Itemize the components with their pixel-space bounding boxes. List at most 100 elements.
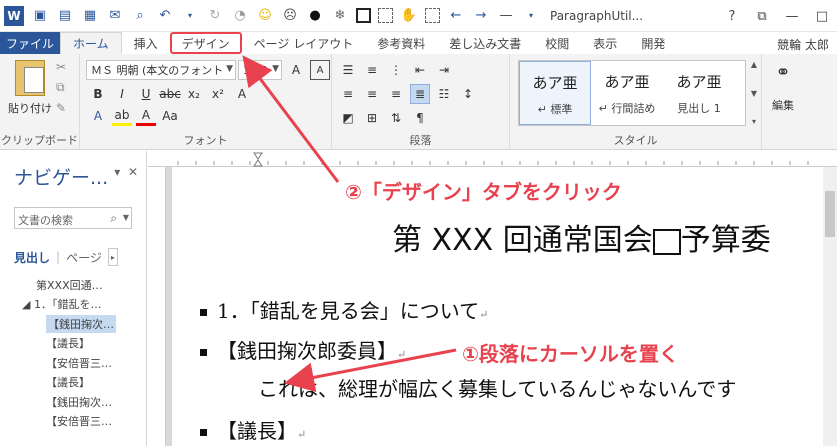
increase-indent-icon[interactable]: ⇥ [434,60,454,80]
heading-item[interactable]: 【安倍晋三… [0,353,146,373]
numbering-icon[interactable]: ≡ [362,60,382,80]
dropdown-more-icon[interactable]: ▾ [522,7,540,25]
decrease-indent-icon[interactable]: ⇤ [410,60,430,80]
vertical-scrollbar[interactable] [823,167,837,446]
minimize-button[interactable]: — [777,9,807,24]
highlight-icon[interactable]: ab [112,106,132,126]
eight-ball-icon[interactable]: ● [306,7,324,25]
body-paragraph[interactable]: これは、総理が幅広く募集しているんじゃないんです [258,373,736,402]
multilevel-list-icon[interactable]: ⋮ [386,60,406,80]
justify-icon[interactable]: ≣ [410,84,430,104]
style-normal[interactable]: あア亜 ↵ 標準 [519,61,591,125]
distributed-icon[interactable]: ☷ [434,84,454,104]
dashed-square-icon[interactable] [378,8,393,23]
document-page[interactable]: 第 XXX 回通常国会 予算委 1．「錯乱を見る会」について↵ 【銭田掬次郎委員】… [172,167,827,446]
search-icon[interactable]: ⌕ [110,211,117,226]
line-spacing-icon[interactable]: ↕ [458,84,478,104]
font-color-icon[interactable]: A [136,106,156,126]
dashed-box-icon[interactable] [425,8,440,23]
heading-item[interactable]: 【銭田掬次… [0,392,146,412]
scrollbar-thumb[interactable] [825,191,835,237]
tab-design[interactable]: デザイン [169,32,242,54]
nav-tab-pages[interactable]: ページ [66,249,102,266]
shrink-font-icon[interactable]: A [310,60,330,80]
user-name[interactable]: 競輪 太郎 [777,36,829,53]
nav-tab-headings[interactable]: 見出し [14,249,50,266]
show-marks-icon[interactable]: ¶ [410,108,430,128]
horizontal-ruler[interactable] [148,151,837,167]
align-right-icon[interactable]: ≡ [386,84,406,104]
snowflake-icon[interactable]: ❄ [331,7,349,25]
arrow-right-icon[interactable]: → [472,7,490,25]
tab-home[interactable]: ホーム [60,32,122,54]
align-center-icon[interactable]: ≡ [362,84,382,104]
copy-icon[interactable]: ⧉ [56,80,66,95]
underline-icon[interactable]: U [136,84,156,104]
style-no-spacing[interactable]: あア亜 ↵ 行間詰め [591,61,663,125]
grow-font-icon[interactable]: A [286,60,306,80]
subscript-icon[interactable]: x₂ [184,84,204,104]
tab-page-layout[interactable]: ページ レイアウト [242,32,366,54]
text-effects-icon[interactable]: A [88,106,108,126]
font-size-select[interactable]: 10.5 ▼ [238,60,282,80]
smiley-icon[interactable]: ☺ [256,7,274,25]
chevron-up-icon[interactable]: ▲ [751,60,757,69]
superscript-icon[interactable]: x² [208,84,228,104]
styles-scroll[interactable]: ▲ ▼ ▾ [748,60,760,126]
chevron-down-icon[interactable]: ▾ [114,165,120,179]
editing-button[interactable]: ⚭ 編集 [766,62,800,113]
open-file-icon[interactable]: ▦ [81,7,99,25]
tab-review[interactable]: 校閲 [533,32,581,54]
close-icon[interactable]: ✕ [128,165,138,179]
square-icon[interactable] [356,8,371,23]
sort-icon[interactable]: ⇅ [386,108,406,128]
vertical-ruler[interactable] [148,167,166,446]
dropdown-icon[interactable]: ▾ [181,7,199,25]
paste-button[interactable]: 貼り付け [6,60,54,116]
redo-icon[interactable]: ↻ [206,7,224,25]
borders-icon[interactable]: ⊞ [362,108,382,128]
heading-item[interactable]: 第XXX回通… [0,275,146,295]
speaker-paragraph[interactable]: 【銭田掬次郎委員】↵ [200,335,406,364]
more-icon[interactable]: ▾ [752,117,756,126]
align-left-icon[interactable]: ≡ [338,84,358,104]
speaker-paragraph[interactable]: 【議長】↵ [200,415,306,444]
tab-file[interactable]: ファイル [0,32,60,54]
chevron-down-icon[interactable]: ▼ [123,213,129,222]
strikethrough-icon[interactable]: abc [159,84,181,104]
heading-item[interactable]: 【議長】 [0,373,146,393]
ribbon-display-button[interactable]: ⧉ [747,9,777,24]
dash-icon[interactable]: — [497,7,515,25]
mail-icon[interactable]: ✉ [106,7,124,25]
word-app-icon[interactable]: W [4,5,24,26]
italic-icon[interactable]: I [112,84,132,104]
help-button[interactable]: ? [717,9,747,24]
tab-developer[interactable]: 開発 [629,32,677,54]
arrow-left-icon[interactable]: ← [447,7,465,25]
tab-references[interactable]: 参考資料 [365,32,437,54]
change-case-icon[interactable]: Aa [160,106,180,126]
hand-icon[interactable]: ✋ [400,7,418,25]
bold-icon[interactable]: B [88,84,108,104]
heading-item[interactable]: ◢ 1．「錯乱を… [0,295,146,315]
heading-item-current[interactable]: 【銭田掬次… [0,314,146,334]
tab-view[interactable]: 表示 [581,32,629,54]
bullets-icon[interactable]: ☰ [338,60,358,80]
tab-insert[interactable]: 挿入 [122,32,170,54]
heading-item[interactable]: 【安倍晋三… [0,412,146,432]
shading-icon[interactable]: ◩ [338,108,358,128]
font-name-select[interactable]: ＭＳ 明朝 (本文のフォント ▼ [86,60,236,80]
piggy-icon[interactable]: ◔ [231,7,249,25]
heading-item[interactable]: 【議長】 [0,334,146,354]
print-preview-icon[interactable]: ⌕ [131,7,149,25]
maximize-button[interactable]: □ [807,9,837,24]
nav-search-input[interactable]: 文書の検索 ⌕ ▼ [14,207,132,229]
save-icon[interactable]: ▣ [31,7,49,25]
new-document-icon[interactable]: ▤ [56,7,74,25]
chevron-down-icon[interactable]: ▼ [751,89,757,98]
nav-more-arrow[interactable]: ▸ [107,248,118,266]
heading-paragraph[interactable]: 1．「錯乱を見る会」について↵ [200,295,488,324]
format-painter-icon[interactable]: ✎ [56,101,66,115]
frown-icon[interactable]: ☹ [281,7,299,25]
clear-format-icon[interactable]: A [232,84,252,104]
